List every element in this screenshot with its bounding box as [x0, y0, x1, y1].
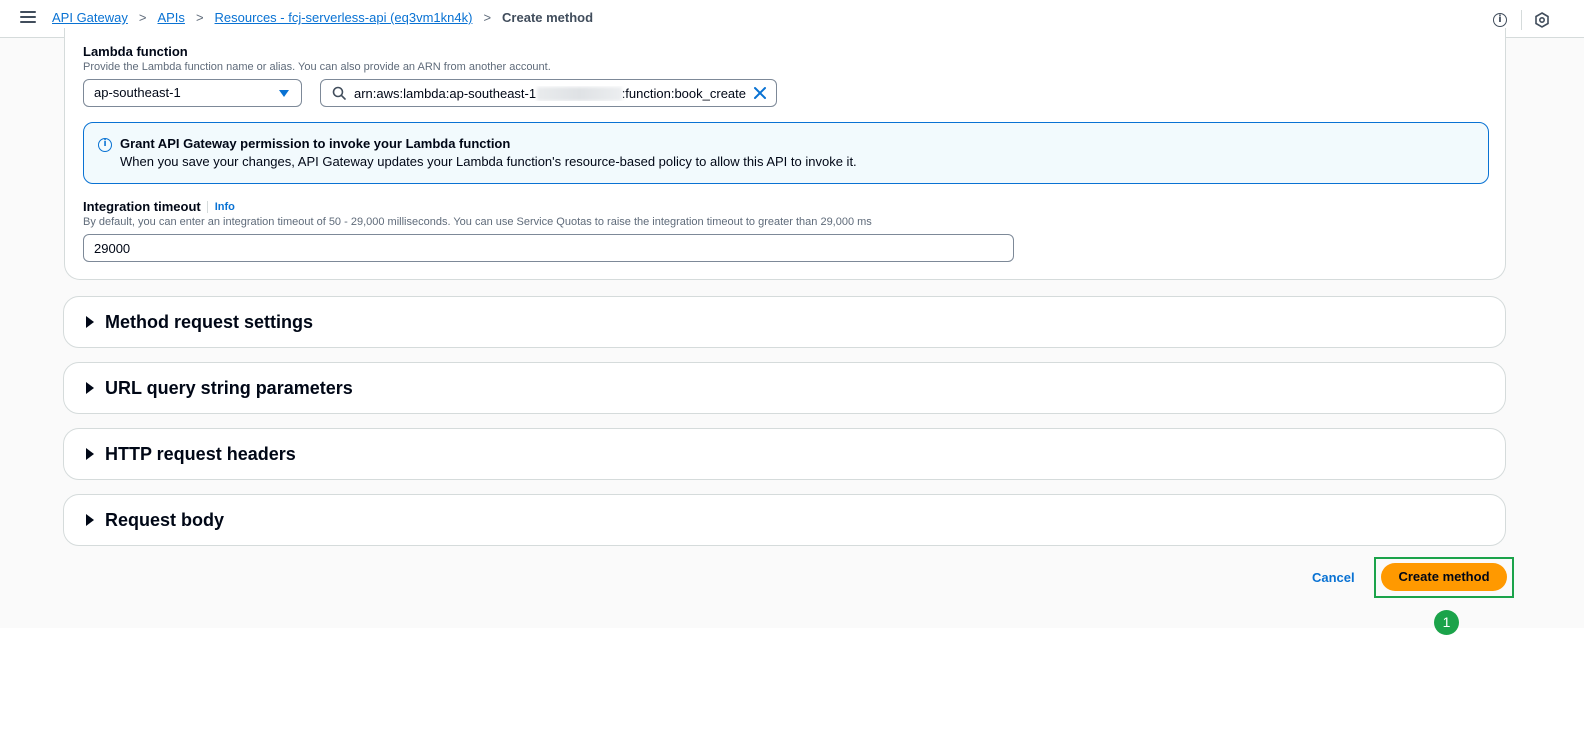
integration-timeout-description: By default, you can enter an integration…: [83, 216, 872, 228]
section-title: Request body: [105, 510, 225, 530]
step-number-badge: 1: [1434, 610, 1459, 635]
breadcrumb-current: Create method: [502, 10, 594, 25]
info-icon: i: [98, 138, 112, 152]
chevron-right-icon: >: [195, 10, 204, 25]
integration-details-card: Lambda function Provide the Lambda funct…: [64, 28, 1506, 280]
info-link[interactable]: Info: [206, 200, 235, 213]
divider: [1521, 10, 1522, 30]
caret-right-icon: [86, 316, 94, 328]
section-url-query-string-parameters[interactable]: URL query string parameters: [63, 362, 1506, 414]
breadcrumb-resources[interactable]: Resources - fcj-serverless-api (eq3vm1kn…: [215, 10, 473, 25]
section-request-body[interactable]: Request body: [63, 494, 1506, 546]
redacted-account-id: [537, 87, 622, 101]
breadcrumb-apis[interactable]: APIs: [157, 10, 184, 25]
caret-right-icon: [86, 382, 94, 394]
breadcrumb: API Gateway > APIs > Resources - fcj-ser…: [52, 10, 593, 25]
integration-timeout-label-row: Integration timeout Info: [83, 199, 235, 214]
lambda-function-description: Provide the Lambda function name or alia…: [83, 61, 551, 73]
settings-hexagon-icon[interactable]: [1534, 12, 1550, 28]
section-method-request-settings[interactable]: Method request settings: [63, 296, 1506, 348]
arn-suffix: :function:book_create: [621, 86, 746, 101]
search-icon: [332, 86, 346, 100]
integration-timeout-input[interactable]: 29000: [83, 234, 1014, 262]
arn-prefix: arn:aws:lambda:ap-southeast-1: [354, 86, 537, 101]
chevron-right-icon: >: [483, 10, 492, 25]
region-select-value: ap-southeast-1: [94, 85, 181, 100]
section-title: HTTP request headers: [105, 444, 296, 464]
lambda-function-label: Lambda function: [83, 44, 188, 59]
section-title: Method request settings: [105, 312, 314, 332]
info-alert: i Grant API Gateway permission to invoke…: [83, 122, 1489, 184]
hamburger-menu-icon[interactable]: [20, 11, 36, 25]
chevron-right-icon: >: [138, 10, 147, 25]
caret-down-icon: [279, 90, 289, 97]
caret-right-icon: [86, 448, 94, 460]
create-method-button[interactable]: Create method: [1381, 563, 1507, 591]
main-content: Lambda function Provide the Lambda funct…: [0, 28, 1584, 635]
info-icon[interactable]: i: [1493, 13, 1507, 27]
integration-timeout-label: Integration timeout: [83, 199, 201, 214]
top-utility-icons: i: [1493, 10, 1550, 30]
alert-title: Grant API Gateway permission to invoke y…: [120, 136, 511, 151]
region-select[interactable]: ap-southeast-1: [83, 79, 302, 107]
lambda-function-search-input[interactable]: arn:aws:lambda:ap-southeast-1 :function:…: [320, 79, 777, 107]
caret-right-icon: [86, 514, 94, 526]
section-title: URL query string parameters: [105, 378, 353, 398]
alert-body: When you save your changes, API Gateway …: [120, 154, 857, 169]
clear-icon[interactable]: [753, 86, 767, 100]
breadcrumb-api-gateway[interactable]: API Gateway: [52, 10, 128, 25]
section-http-request-headers[interactable]: HTTP request headers: [63, 428, 1506, 480]
lambda-arn-value: arn:aws:lambda:ap-southeast-1 :function:…: [354, 86, 746, 101]
cancel-button[interactable]: Cancel: [1312, 570, 1355, 585]
